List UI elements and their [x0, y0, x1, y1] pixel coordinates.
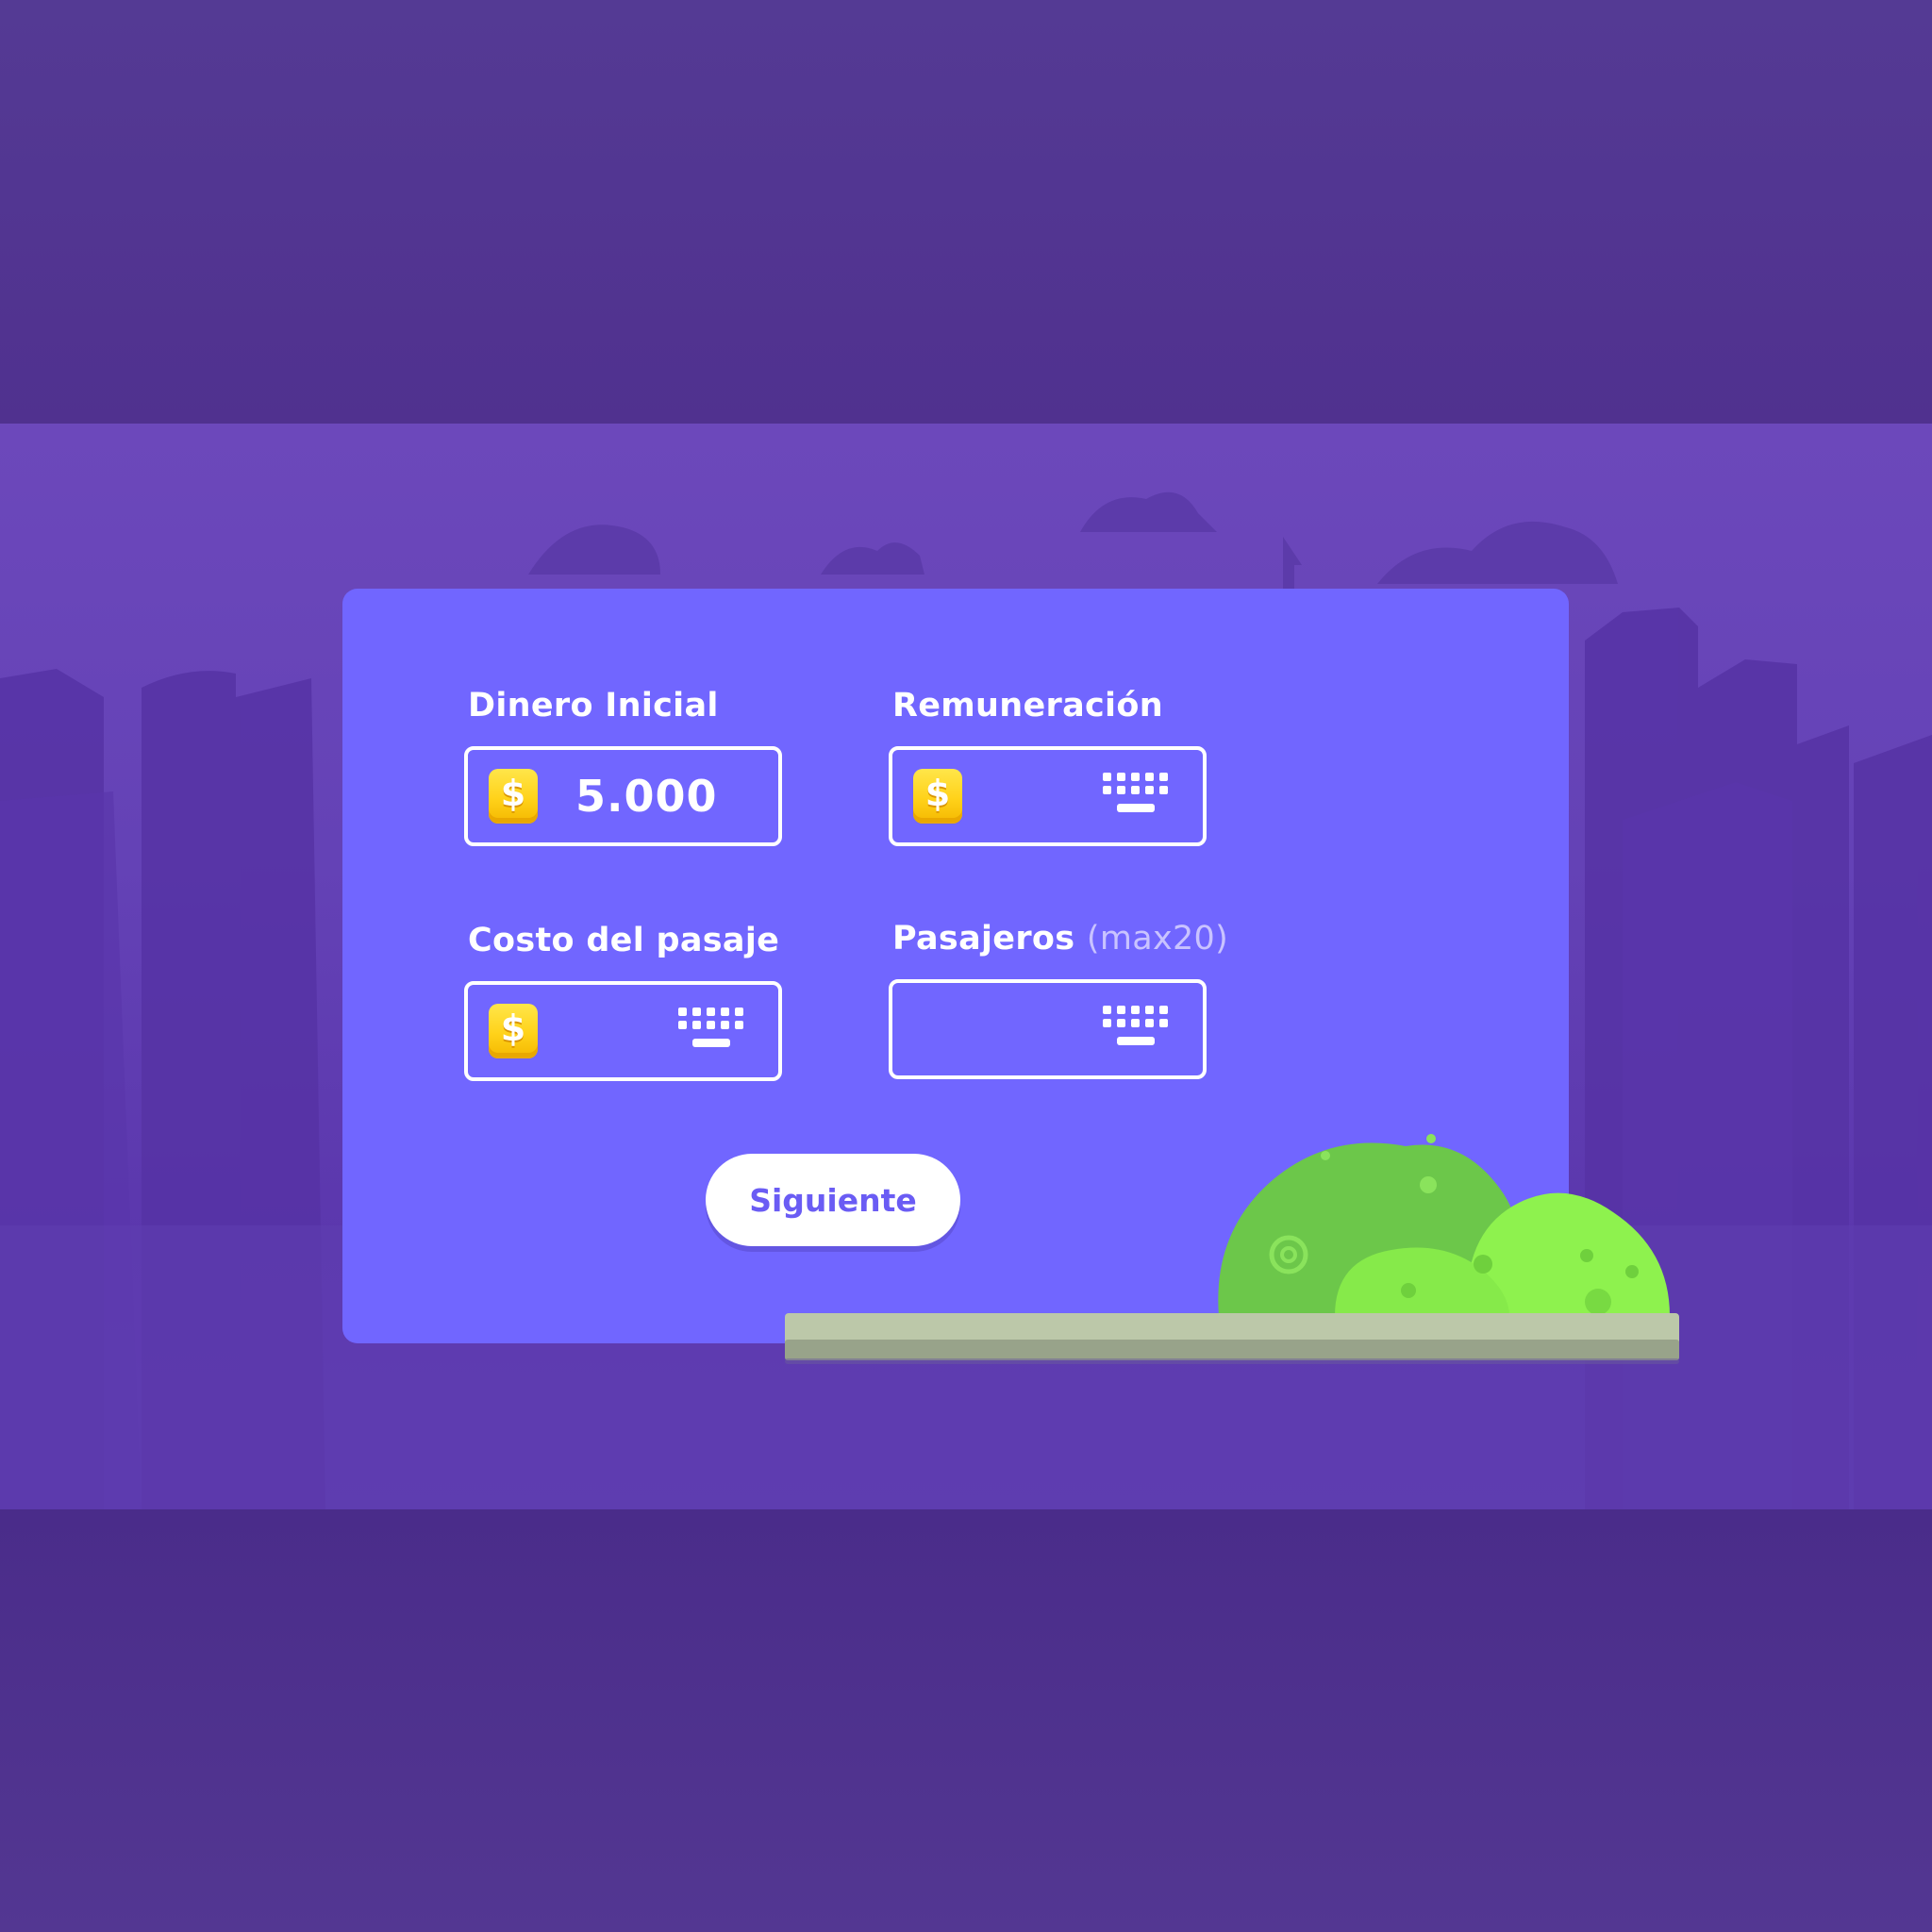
- coin-dollar-icon: $: [489, 1004, 538, 1058]
- initial-money-label: Dinero Inicial: [468, 687, 719, 724]
- coin-dollar-icon: $: [489, 769, 538, 824]
- passengers-field[interactable]: [889, 979, 1207, 1079]
- fare-cost-label: Costo del pasaje: [468, 922, 780, 959]
- remuneration-label: Remuneración: [892, 687, 1163, 724]
- bottom-band: [0, 1509, 1932, 1932]
- initial-money-value: 5.000: [575, 771, 718, 822]
- keyboard-icon[interactable]: [678, 1008, 744, 1055]
- top-band: [0, 0, 1932, 424]
- keyboard-icon[interactable]: [1103, 1006, 1169, 1053]
- passengers-max-hint: (max20): [1086, 920, 1229, 958]
- passengers-label: Pasajeros (max20): [892, 920, 1228, 958]
- initial-money-field[interactable]: $ 5.000: [464, 746, 782, 846]
- remuneration-field[interactable]: $: [889, 746, 1207, 846]
- fare-cost-field[interactable]: $: [464, 981, 782, 1081]
- coin-dollar-icon: $: [913, 769, 962, 824]
- keyboard-icon[interactable]: [1103, 773, 1169, 820]
- bush-ledge-illustration: [785, 1134, 1679, 1364]
- passengers-label-text: Pasajeros: [892, 920, 1075, 958]
- page: Dinero Inicial $ 5.000 Remuneración $ Co…: [0, 0, 1932, 1932]
